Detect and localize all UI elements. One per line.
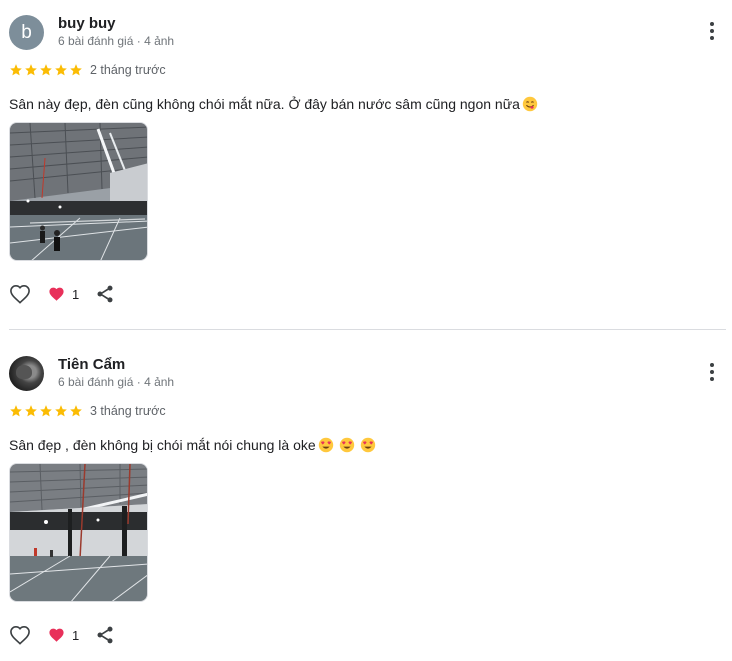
review-photo[interactable] [9,463,148,602]
star-icon [25,405,37,417]
star-icon [10,64,22,76]
star-icon [55,64,67,76]
star-icon [10,405,22,417]
review-actions: 1 [9,624,115,646]
review-time: 3 tháng trước [90,404,166,418]
review-actions: 1 [9,283,115,305]
avatar[interactable] [9,356,44,391]
more-vert-icon[interactable] [701,361,723,387]
reaction-summary[interactable]: 1 [48,286,79,302]
heart-reaction-icon [49,628,64,642]
more-vert-icon[interactable] [701,20,723,46]
review-text-body: Sân đẹp , đèn không bị chói mắt nói chun… [9,437,316,453]
review-text: Sân đẹp , đèn không bị chói mắt nói chun… [9,436,376,454]
star-icon [55,405,67,417]
reaction-summary[interactable]: 1 [48,627,79,643]
star-icon [40,405,52,417]
review-text-body: Sân này đẹp, đèn cũng không chói mắt nữa… [9,96,520,112]
star-rating: 2 tháng trước [9,62,166,78]
reaction-count: 1 [72,627,80,643]
star-rating: 3 tháng trước [9,403,166,419]
star-icon [70,64,82,76]
star-icon [70,405,82,417]
reviewer-name[interactable]: buy buy [58,15,116,32]
heart-outline-icon[interactable] [9,284,31,304]
savoring-face-emoji [522,96,538,112]
heart-outline-icon[interactable] [9,625,31,645]
review-card: Tiên Cẩm 6 bài đánh giá · 4 ảnh 3 tháng … [0,341,732,661]
heart-eyes-emoji [339,437,354,453]
avatar[interactable]: b [9,15,44,50]
reviewer-meta: 6 bài đánh giá · 4 ảnh [58,34,175,48]
review-card: b buy buy 6 bài đánh giá · 4 ảnh 2 tháng… [0,0,732,320]
star-icon [40,64,52,76]
heart-eyes-emoji [360,437,375,453]
review-divider [9,329,726,330]
reviewer-meta: 6 bài đánh giá · 4 ảnh [58,375,175,389]
share-icon[interactable] [95,625,115,645]
reviewer-name[interactable]: Tiên Cẩm [58,356,125,373]
reaction-count: 1 [72,286,80,302]
heart-reaction-icon [49,287,64,301]
star-icon [25,64,37,76]
review-text: Sân này đẹp, đèn cũng không chói mắt nữa… [9,95,538,113]
review-photo[interactable] [9,122,148,261]
heart-eyes-emoji [318,437,333,453]
review-time: 2 tháng trước [90,63,166,77]
share-icon[interactable] [95,284,115,304]
